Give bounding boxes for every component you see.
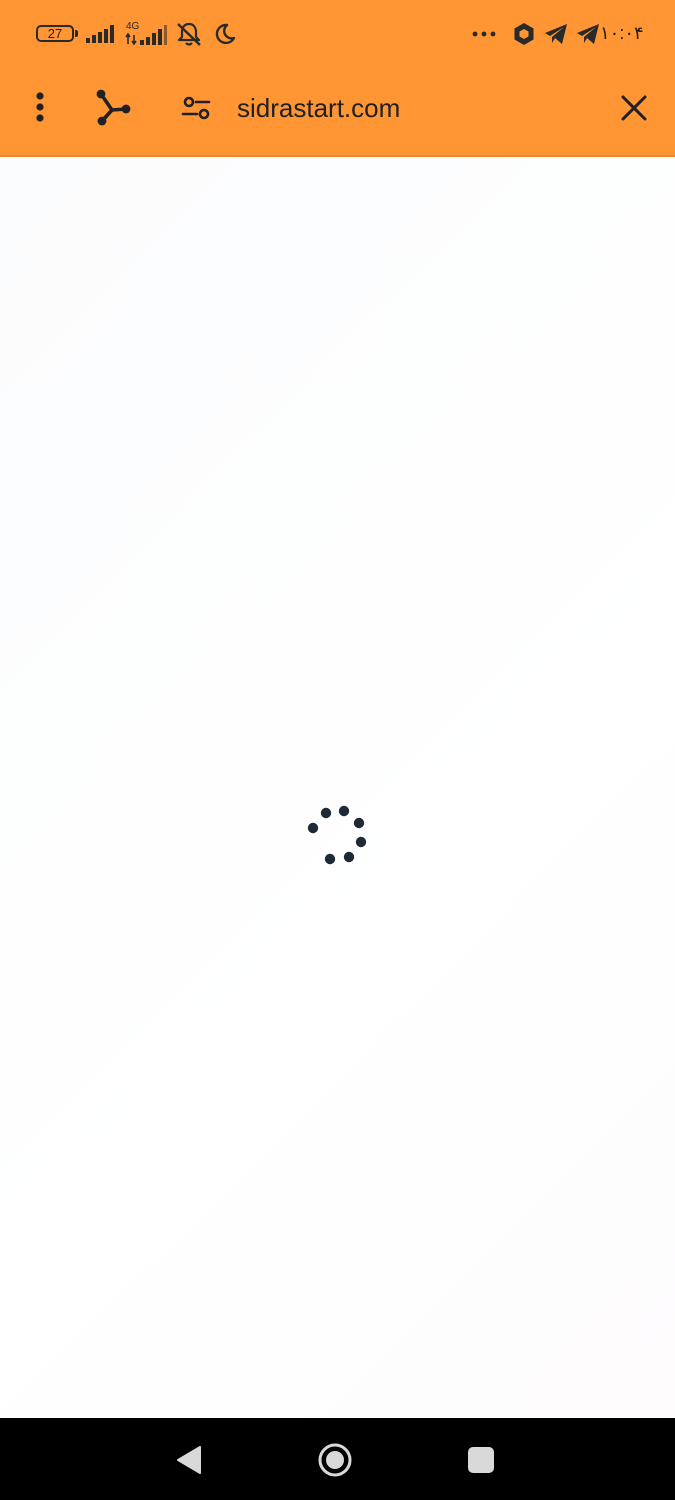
system-nav-bar [0,1418,675,1500]
home-circle-icon [318,1443,352,1477]
site-settings-button[interactable] [176,88,216,128]
more-vert-icon [36,92,44,122]
hexagon-app-icon [514,23,534,45]
recents-square-icon [468,1447,494,1473]
signal-bars-4g-icon [125,25,167,45]
home-button[interactable] [310,1435,360,1485]
close-button[interactable] [612,86,656,130]
more-dots-icon [472,31,496,37]
battery-icon: 27 [36,25,74,42]
telegram-icon [577,24,599,44]
telegram-icon [545,24,567,44]
battery-tip [75,30,78,37]
status-clock: ۱۰:۰۴ [600,23,644,43]
notifications-off-icon [177,22,201,46]
loading-spinner-icon [307,805,367,865]
top-bar: 27 4G ۱۰:۰۴ sidrastart.com [0,0,675,156]
moon-icon [215,23,236,45]
site-settings-icon [181,96,211,120]
share-icon [96,89,131,126]
back-triangle-icon [177,1446,201,1474]
recents-button[interactable] [456,1435,506,1485]
more-options-button[interactable] [20,84,60,130]
signal-bars-icon [86,25,114,43]
battery-level: 27 [47,26,63,41]
close-icon [621,95,647,121]
screen: 27 4G ۱۰:۰۴ sidrastart.com [0,0,675,1500]
url-text[interactable]: sidrastart.com [237,90,400,126]
back-button[interactable] [164,1436,214,1484]
web-content-area[interactable] [0,157,675,1418]
share-button[interactable] [90,84,136,130]
